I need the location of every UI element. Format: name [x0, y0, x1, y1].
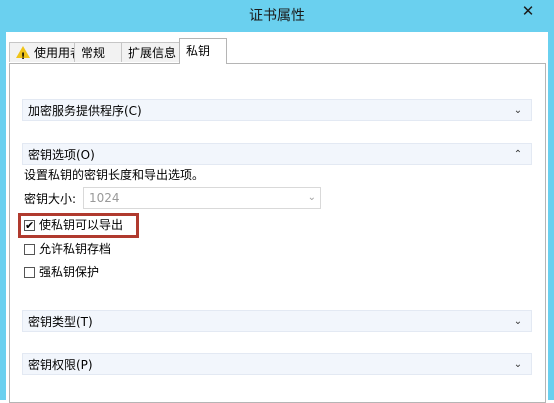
section-label: 密钥选项(O) [28, 148, 95, 162]
chevron-up-icon: ⌃ [513, 149, 523, 160]
highlight-annotation [18, 213, 139, 238]
key-size-combobox: 1024 ⌄ [83, 187, 321, 209]
tab-subject[interactable]: 使用用者 [9, 42, 82, 67]
dialog-body: 使用用者 常规 扩展信息 私钥 加密服务提供程序(C) ⌄ 密钥选项(O) ⌃ … [0, 32, 554, 403]
checkbox-unchecked[interactable] [24, 244, 35, 255]
section-key-type[interactable]: 密钥类型(T) ⌄ [22, 310, 532, 332]
tab-panel: 加密服务提供程序(C) ⌄ 密钥选项(O) ⌃ 设置私钥的密钥长度和导出选项。 … [9, 63, 546, 403]
section-label: 密钥权限(P) [28, 358, 93, 372]
checkbox-archival[interactable]: 允许私钥存档 [24, 240, 111, 258]
key-options-description: 设置私钥的密钥长度和导出选项。 [24, 168, 205, 182]
checkbox-label: 强私钥保护 [39, 265, 100, 279]
key-size-label: 密钥大小: [24, 192, 77, 206]
warning-icon [16, 46, 30, 67]
window-title: 证书属性 [249, 8, 305, 24]
tab-label: 扩展信息 [128, 46, 177, 60]
window-left-border [0, 32, 6, 400]
section-csp[interactable]: 加密服务提供程序(C) ⌄ [22, 99, 532, 121]
section-key-options[interactable]: 密钥选项(O) ⌃ [22, 143, 532, 165]
section-label: 加密服务提供程序(C) [28, 104, 142, 118]
tab-extensions[interactable]: 扩展信息 [121, 42, 180, 62]
key-size-value: 1024 [89, 191, 120, 205]
window-right-border [548, 32, 554, 400]
chevron-down-icon: ⌄ [513, 359, 523, 370]
chevron-down-icon: ⌄ [513, 105, 523, 116]
checkbox-strong-protection[interactable]: 强私钥保护 [24, 263, 99, 281]
tab-label: 常规 [81, 46, 106, 60]
section-key-permissions[interactable]: 密钥权限(P) ⌄ [22, 353, 532, 375]
tab-private-key[interactable]: 私钥 [179, 38, 227, 64]
tab-general[interactable]: 常规 [74, 42, 122, 62]
section-label: 密钥类型(T) [28, 315, 93, 329]
title-bar: 证书属性 ✕ [0, 0, 554, 32]
checkbox-label: 允许私钥存档 [39, 242, 112, 256]
chevron-down-icon: ⌄ [307, 192, 316, 203]
tab-label: 私钥 [186, 44, 211, 58]
checkbox-unchecked[interactable] [24, 267, 35, 278]
close-button[interactable]: ✕ [518, 0, 538, 22]
chevron-down-icon: ⌄ [513, 316, 523, 327]
